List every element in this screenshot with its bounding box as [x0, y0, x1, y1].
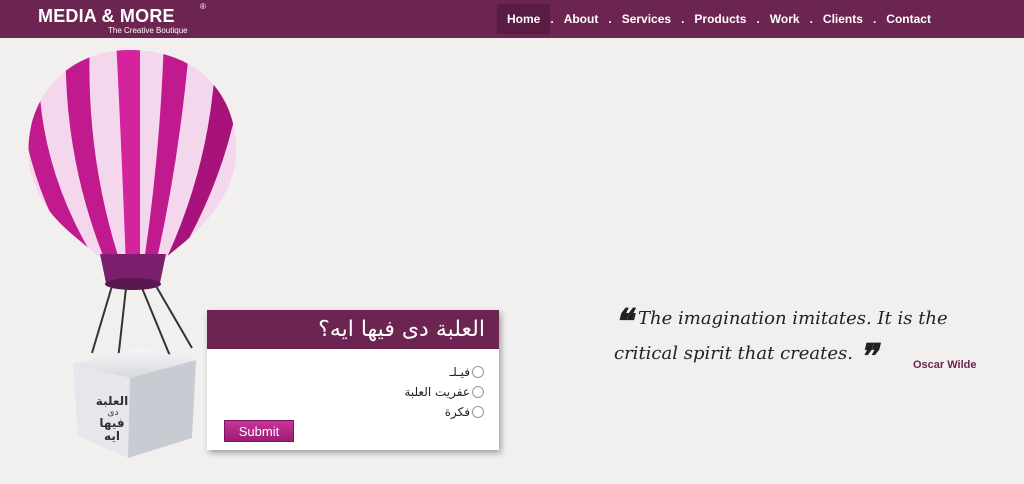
nav-contact[interactable]: Contact	[876, 4, 941, 34]
nav-clients[interactable]: Clients	[813, 4, 873, 34]
nav-about[interactable]: About	[554, 4, 609, 34]
poll-option-2[interactable]: عفريت العلبة	[404, 382, 484, 402]
poll-options: فيـلـ عفريت العلبة فكرة	[404, 362, 484, 422]
logo-tagline: The Creative Boutique	[108, 26, 188, 35]
open-quote-icon: ❝	[614, 302, 633, 342]
gift-box	[73, 348, 196, 458]
quote-author: Oscar Wilde	[913, 359, 977, 371]
site-header: MEDIA & MORE ® The Creative Boutique Hom…	[0, 0, 1024, 38]
poll-option-3[interactable]: فكرة	[404, 402, 484, 422]
nav-services[interactable]: Services	[612, 4, 681, 34]
registered-mark: ®	[200, 2, 206, 11]
balloon-envelope	[28, 50, 237, 258]
main-nav: Home . About . Services . Products . Wor…	[497, 4, 941, 34]
quote-text: The imagination imitates. It is the crit…	[614, 308, 948, 364]
radio-button[interactable]	[472, 406, 484, 418]
poll-widget: العلبة دى فيها ايه؟ فيـلـ عفريت العلبة ف…	[207, 310, 499, 450]
poll-option-1[interactable]: فيـلـ	[404, 362, 484, 382]
nav-home[interactable]: Home	[497, 4, 551, 34]
radio-button[interactable]	[472, 366, 484, 378]
poll-option-label: عفريت العلبة	[404, 385, 470, 399]
logo[interactable]: MEDIA & MORE ® The Creative Boutique	[38, 2, 206, 35]
poll-option-label: فيـلـ	[449, 365, 470, 379]
box-label-line4: ايه	[104, 429, 120, 443]
poll-question: العلبة دى فيها ايه؟	[207, 310, 499, 349]
nav-products[interactable]: Products	[684, 4, 756, 34]
poll-option-label: فكرة	[444, 405, 470, 419]
close-quote-icon: ❞	[858, 337, 878, 377]
logo-title: MEDIA & MORE	[38, 6, 175, 26]
nav-work[interactable]: Work	[760, 4, 810, 34]
radio-button[interactable]	[472, 386, 484, 398]
box-label-line1: العلبة	[96, 394, 128, 408]
submit-button[interactable]: Submit	[224, 420, 294, 442]
box-label-line3: فيها	[99, 416, 124, 430]
